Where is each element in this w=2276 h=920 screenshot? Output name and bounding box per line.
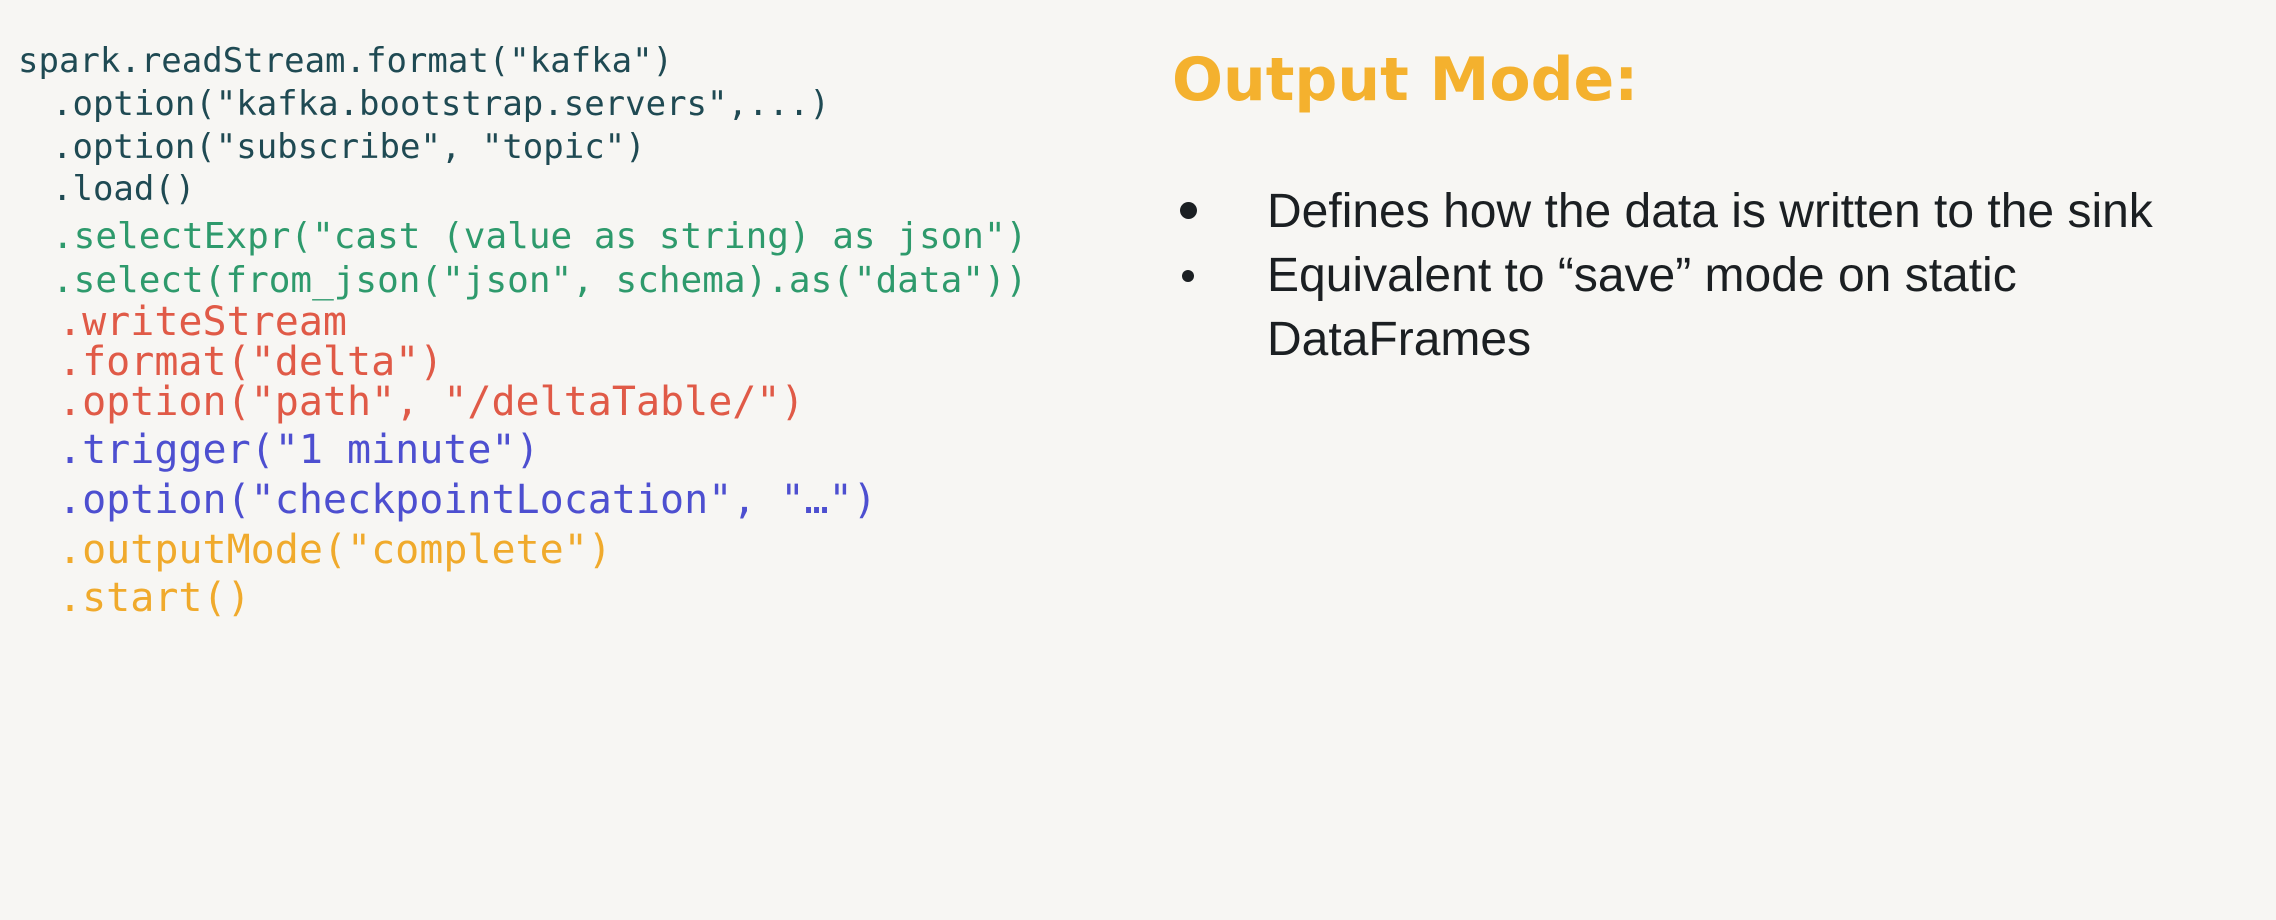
code-line-output-mode: .outputMode("complete") [58,527,612,573]
code-line-load: .load() [52,169,196,209]
code-line-path-option: .option("path", "/deltaTable/") [58,379,805,425]
code-line-select-expr: .selectExpr("cast (value as string) as j… [52,216,1028,257]
code-line-subscribe-option: .option("subscribe", "topic") [52,127,646,167]
code-line-bootstrap-option: .option("kafka.bootstrap.servers",...) [52,84,830,124]
code-line-checkpoint-option: .option("checkpointLocation", "…") [58,477,877,523]
bullet-text: Defines how the data is written to the s… [1267,185,2153,238]
bullet-item: Equivalent to “save” mode on static Data… [1172,244,2267,372]
bullet-text: Equivalent to “save” mode on static Data… [1267,249,2017,366]
code-block: spark.readStream.format("kafka") .option… [0,0,1150,920]
bullet-dot-icon [1182,270,1194,282]
code-line-trigger: .trigger("1 minute") [58,427,540,473]
slide-title: Output Mode: [1172,45,1639,115]
code-line-start: .start() [58,575,251,621]
bullet-dot-icon [1180,202,1197,219]
bullet-list: Defines how the data is written to the s… [1172,180,2252,372]
code-line-format-delta: .format("delta") [58,339,444,385]
code-line-read-stream: spark.readStream.format("kafka") [18,41,674,81]
code-line-write-stream: .writeStream [58,299,347,345]
bullet-item: Defines how the data is written to the s… [1172,180,2267,244]
code-line-select-from-json: .select(from_json("json", schema).as("da… [52,260,1028,301]
